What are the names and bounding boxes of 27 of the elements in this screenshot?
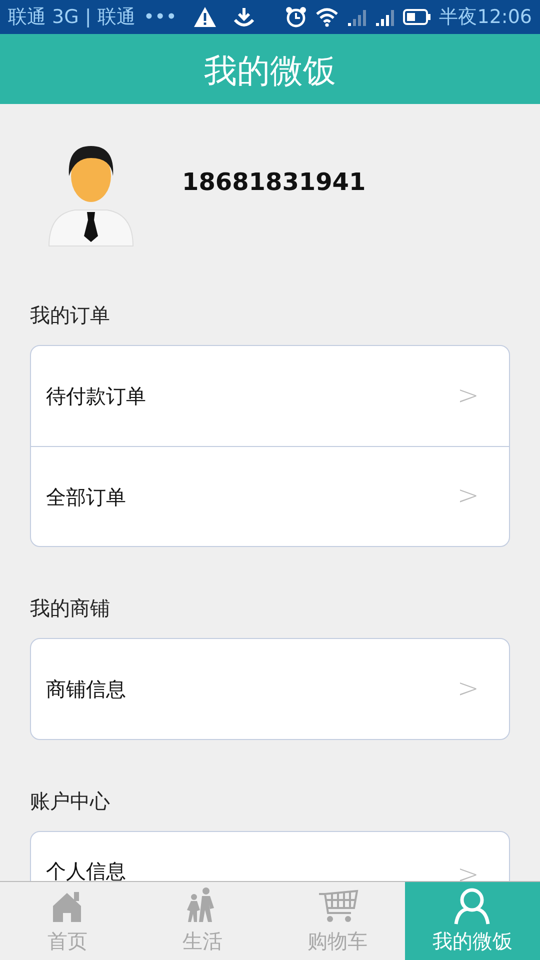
battery-icon [403, 9, 432, 25]
wifi-icon [315, 7, 340, 27]
item-label: 商铺信息 [46, 676, 126, 703]
signal-icon [375, 8, 396, 26]
carrier-label: 联通 3G | 联通 [8, 4, 136, 30]
signal-icon [347, 8, 368, 26]
tab[interactable]: 我的微饭 [405, 882, 540, 960]
alarm-icon [285, 6, 308, 28]
download-icon [232, 6, 255, 28]
section-title: 我的商铺 [30, 595, 111, 622]
chevron-icon: > [457, 670, 479, 708]
warning-icon [192, 6, 217, 28]
phone-number: 18681831941 [182, 167, 366, 198]
chevron-icon: > [457, 477, 479, 516]
more-label: ••• [143, 4, 177, 30]
section-title: 账户中心 [30, 788, 111, 815]
section-title: 我的订单 [30, 302, 111, 329]
tab[interactable]: 购物车 [270, 882, 405, 960]
chevron-icon: > [457, 376, 479, 416]
item-label: 全部订单 [46, 484, 126, 510]
item-label: 待付款订单 [46, 383, 146, 410]
tab[interactable]: 首页 [0, 882, 135, 960]
chevron-icon: > [457, 856, 479, 881]
clock-label: 半夜12:06 [439, 4, 532, 30]
item-label: 个人信息 [46, 858, 126, 881]
page-title: 我的微饭 [204, 50, 336, 92]
tab[interactable]: 生活 [135, 882, 270, 960]
